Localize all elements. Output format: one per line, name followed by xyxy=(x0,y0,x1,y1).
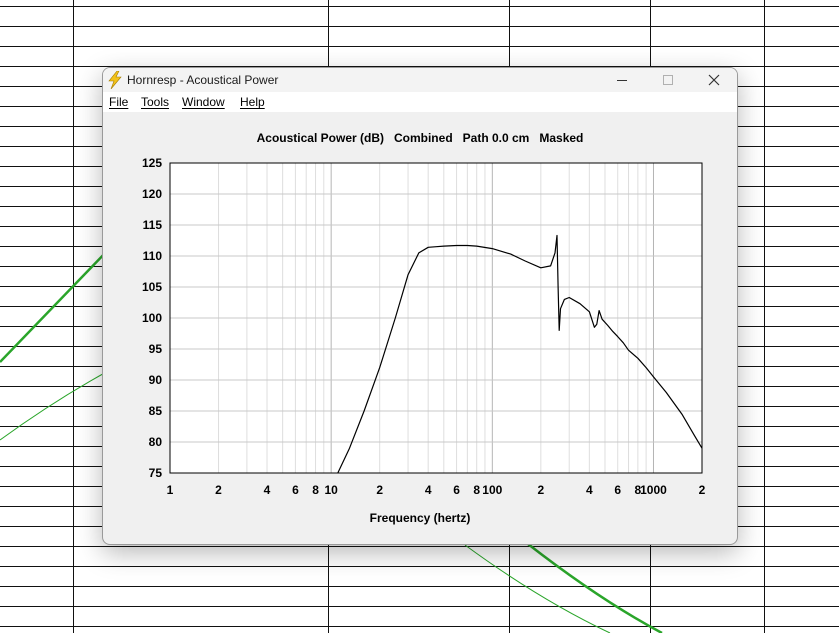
x-tick-label: 10 xyxy=(324,483,338,497)
x-tick-label: 6 xyxy=(614,483,621,497)
x-tick-label: 6 xyxy=(453,483,460,497)
x-tick-label: 4 xyxy=(264,483,271,497)
y-tick-label: 100 xyxy=(142,311,162,325)
x-tick-label: 8 xyxy=(312,483,319,497)
background-curve xyxy=(0,247,111,363)
y-tick-label: 105 xyxy=(142,280,162,294)
x-axis-label: Frequency (hertz) xyxy=(369,511,471,525)
background-curve xyxy=(0,369,111,441)
y-tick-label: 95 xyxy=(149,342,163,356)
y-tick-label: 80 xyxy=(149,435,163,449)
y-tick-label: 120 xyxy=(142,187,162,201)
background-curve xyxy=(527,543,663,633)
x-tick-label: 4 xyxy=(425,483,432,497)
x-tick-label: 2 xyxy=(376,483,383,497)
y-tick-label: 90 xyxy=(149,373,163,387)
y-tick-label: 115 xyxy=(143,218,163,232)
x-tick-label: 8 xyxy=(473,483,480,497)
x-tick-label: 2 xyxy=(537,483,544,497)
x-tick-label: 6 xyxy=(292,483,299,497)
x-tick-label: 1000 xyxy=(640,483,667,497)
x-tick-label: 2 xyxy=(215,483,222,497)
x-tick-label: 4 xyxy=(586,483,593,497)
y-tick-label: 85 xyxy=(149,404,163,418)
x-tick-label: 100 xyxy=(482,483,502,497)
hornresp-window: Hornresp - Acoustical Power File Tools W… xyxy=(102,67,738,545)
acoustical-power-chart: 75808590951001051101151201251 2 4 6 8 10 2 4 6 8 1… xyxy=(142,156,706,497)
x-tick-label: 2 xyxy=(699,483,706,497)
y-tick-label: 110 xyxy=(143,249,163,263)
y-tick-label: 125 xyxy=(142,156,162,170)
y-tick-label: 75 xyxy=(149,466,163,480)
x-tick-label: 1 xyxy=(167,483,174,497)
